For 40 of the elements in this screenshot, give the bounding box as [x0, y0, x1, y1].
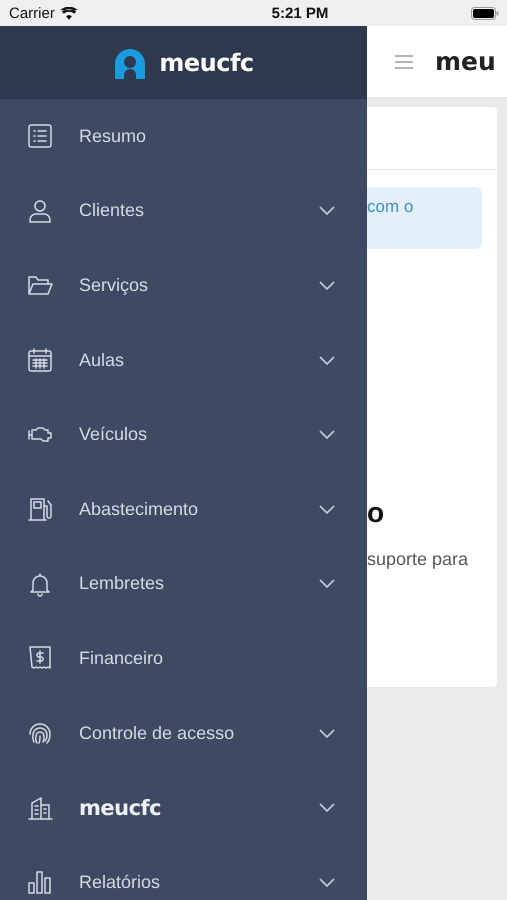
carrier-name: Carrier: [9, 4, 55, 22]
battery-icon: [470, 6, 499, 20]
menu-label: Lembretes: [79, 573, 166, 594]
menu-item[interactable]: Resumo: [0, 99, 367, 174]
menu-label: Controle de acesso: [79, 722, 236, 744]
menu-item[interactable]: Serviços: [0, 248, 367, 323]
building-icon: [27, 794, 53, 821]
menu-item[interactable]: Veículos: [0, 397, 367, 472]
menu-label: Veículos: [79, 424, 148, 446]
app-title: meu: [435, 47, 496, 76]
menu-label: Clientes: [79, 200, 146, 222]
menu-item[interactable]: Clientes: [0, 174, 367, 248]
calendar-icon: [27, 347, 53, 374]
menu-item[interactable]: Abastecimento: [0, 472, 367, 547]
menu-label: Resumo: [79, 126, 148, 147]
menu-item[interactable]: Relatórios: [0, 844, 367, 900]
body-text: suporte para: [367, 549, 470, 570]
menu-item[interactable]: meucfc: [0, 770, 367, 845]
menu-icon[interactable]: [395, 54, 413, 68]
person-icon: [27, 198, 53, 224]
brand-label: meucfc: [79, 796, 162, 820]
menu-item[interactable]: Aulas: [0, 322, 367, 398]
alert-text: com o: [367, 197, 414, 216]
fuel-pump-icon: [27, 496, 53, 522]
logo-icon: [113, 46, 148, 78]
wifi-icon: [60, 6, 78, 20]
status-time: 5:21 PM: [272, 4, 328, 22]
list-icon: [27, 123, 53, 150]
brand-name: meucfc: [159, 48, 254, 76]
menu-label: Abastecimento: [79, 498, 200, 520]
section-heading: o: [367, 497, 386, 529]
menu-label: Aulas: [79, 350, 126, 371]
menu-item[interactable]: Lembretes: [0, 546, 367, 622]
menu-label: Relatórios: [79, 872, 162, 893]
menu-label: Financeiro: [79, 648, 164, 669]
menu-label: Serviços: [79, 274, 150, 296]
receipt-icon: [27, 645, 53, 672]
menu-item[interactable]: Controle de acesso: [0, 696, 367, 770]
menu-item[interactable]: Financeiro: [0, 621, 367, 696]
bar-chart-icon: [27, 869, 53, 896]
